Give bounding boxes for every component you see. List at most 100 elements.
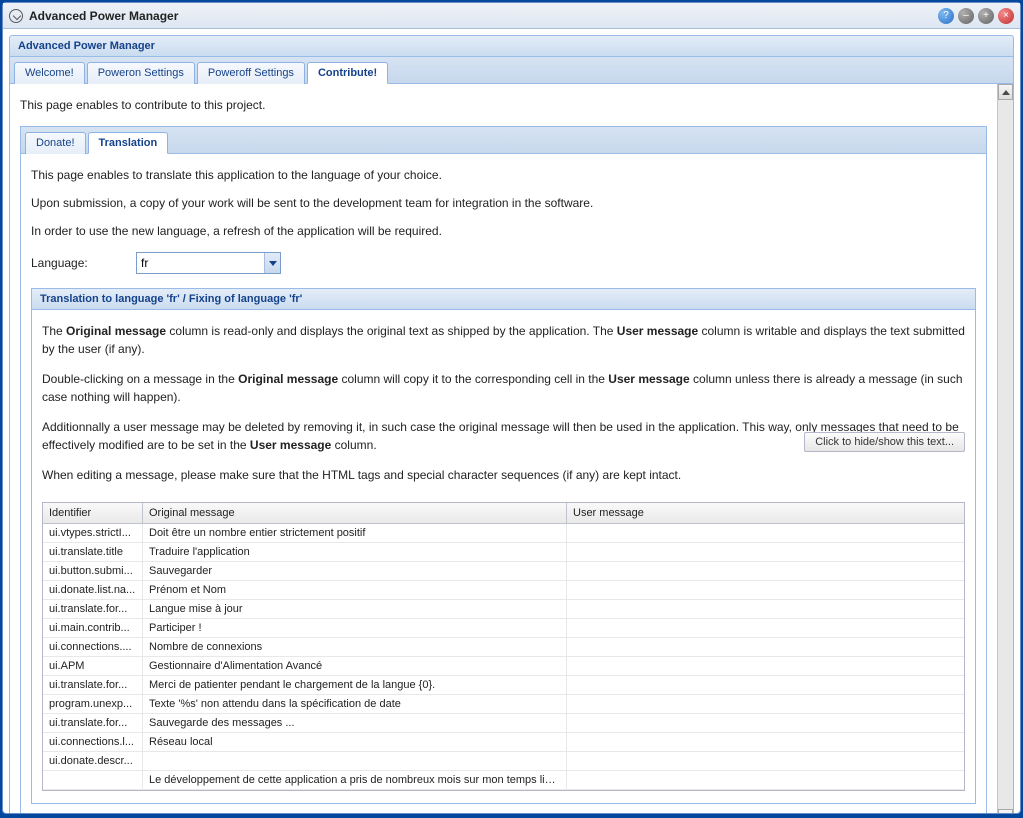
info-paragraph-4: When editing a message, please make sure… [42,466,965,484]
sub-tab-strip: Donate! Translation [20,126,987,154]
app-icon [9,9,23,23]
cell-user-message[interactable] [567,657,964,675]
table-row[interactable]: ui.translate.for...Langue mise à jour [43,600,964,619]
col-header-original[interactable]: Original message [143,503,567,523]
cell-user-message[interactable] [567,543,964,561]
cell-original-message[interactable]: Doit être un nombre entier strictement p… [143,524,567,542]
scrollbar-up-button[interactable] [998,84,1013,100]
window-buttons: ? – + × [938,8,1014,24]
maximize-button[interactable]: + [978,8,994,24]
table-row[interactable]: ui.connections....Nombre de connexions [43,638,964,657]
language-label: Language: [31,256,136,270]
translate-p3: In order to use the new language, a refr… [31,224,976,238]
main-scroll-area: This page enables to contribute to this … [10,84,997,813]
cell-identifier: program.unexp... [43,695,143,713]
info-paragraph-1: The Original message column is read-only… [42,322,965,358]
subtab-donate[interactable]: Donate! [25,132,86,154]
col-header-user[interactable]: User message [567,503,964,523]
cell-identifier: ui.connections.... [43,638,143,656]
cell-identifier: ui.connections.l... [43,733,143,751]
grid-body: ui.vtypes.strictI...Doit être un nombre … [43,524,964,790]
language-row: Language: [31,252,976,274]
window-title: Advanced Power Manager [29,9,938,23]
cell-identifier: ui.translate.for... [43,714,143,732]
cell-user-message[interactable] [567,752,964,770]
tab-contribute[interactable]: Contribute! [307,62,388,84]
cell-user-message[interactable] [567,695,964,713]
cell-original-message[interactable]: Sauvegarde des messages ... [143,714,567,732]
cell-user-message[interactable] [567,638,964,656]
panel-title: Advanced Power Manager [9,35,1014,57]
table-row[interactable]: ui.APMGestionnaire d'Alimentation Avancé [43,657,964,676]
cell-user-message[interactable] [567,676,964,694]
translate-p2: Upon submission, a copy of your work wil… [31,196,976,210]
cell-identifier: ui.button.submi... [43,562,143,580]
cell-user-message[interactable] [567,581,964,599]
col-header-identifier[interactable]: Identifier [43,503,143,523]
cell-original-message[interactable]: Participer ! [143,619,567,637]
cell-user-message[interactable] [567,600,964,618]
translate-p1: This page enables to translate this appl… [31,168,976,182]
cell-original-message[interactable] [143,752,567,770]
table-row[interactable]: ui.vtypes.strictI...Doit être un nombre … [43,524,964,543]
translation-section-header[interactable]: Translation to language 'fr' / Fixing of… [31,288,976,310]
minimize-button[interactable]: – [958,8,974,24]
cell-user-message[interactable] [567,733,964,751]
cell-user-message[interactable] [567,714,964,732]
language-trigger[interactable] [264,253,280,273]
language-input[interactable] [137,256,264,270]
translation-section-body: The Original message column is read-only… [31,310,976,804]
translation-panel: This page enables to translate this appl… [20,154,987,813]
cell-user-message[interactable] [567,619,964,637]
table-row[interactable]: ui.main.contrib...Participer ! [43,619,964,638]
cell-identifier: ui.main.contrib... [43,619,143,637]
table-row[interactable]: ui.donate.descr... [43,752,964,771]
table-row[interactable]: program.unexp...Texte '%s' non attendu d… [43,695,964,714]
help-button[interactable]: ? [938,8,954,24]
subtab-translation[interactable]: Translation [88,132,169,154]
table-row[interactable]: ui.translate.for...Sauvegarde des messag… [43,714,964,733]
tab-body: This page enables to contribute to this … [9,84,1014,813]
table-row[interactable]: ui.donate.list.na...Prénom et Nom [43,581,964,600]
cell-original-message[interactable]: Traduire l'application [143,543,567,561]
grid-header: Identifier Original message User message [43,503,964,524]
cell-original-message[interactable]: Le développement de cette application a … [143,771,567,789]
language-combo[interactable] [136,252,281,274]
cell-identifier: ui.APM [43,657,143,675]
close-button[interactable]: × [998,8,1014,24]
cell-original-message[interactable]: Prénom et Nom [143,581,567,599]
info-paragraph-2: Double-clicking on a message in the Orig… [42,370,965,406]
table-row[interactable]: Le développement de cette application a … [43,771,964,790]
cell-original-message[interactable]: Langue mise à jour [143,600,567,618]
table-row[interactable]: ui.button.submi...Sauvegarder [43,562,964,581]
cell-original-message[interactable]: Gestionnaire d'Alimentation Avancé [143,657,567,675]
arrow-up-icon [1002,90,1010,95]
cell-user-message[interactable] [567,562,964,580]
cell-identifier: ui.vtypes.strictI... [43,524,143,542]
hide-show-text-button[interactable]: Click to hide/show this text... [804,432,965,452]
cell-original-message[interactable]: Sauvegarder [143,562,567,580]
tab-poweron-settings[interactable]: Poweron Settings [87,62,195,84]
cell-identifier: ui.donate.list.na... [43,581,143,599]
cell-original-message[interactable]: Merci de patienter pendant le chargement… [143,676,567,694]
cell-identifier [43,771,143,789]
tab-poweroff-settings[interactable]: Poweroff Settings [197,62,305,84]
cell-original-message[interactable]: Texte '%s' non attendu dans la spécifica… [143,695,567,713]
app-window: Advanced Power Manager ? – + × Advanced … [2,2,1021,814]
cell-original-message[interactable]: Réseau local [143,733,567,751]
translation-grid: Identifier Original message User message… [42,502,965,791]
table-row[interactable]: ui.translate.for...Merci de patienter pe… [43,676,964,695]
chevron-down-icon [269,261,277,266]
vertical-scrollbar[interactable] [997,84,1013,813]
content-area: Advanced Power Manager Welcome! Poweron … [3,29,1020,813]
table-row[interactable]: ui.connections.l...Réseau local [43,733,964,752]
tab-welcome[interactable]: Welcome! [14,62,85,84]
scrollbar-down-button[interactable] [998,809,1013,813]
cell-identifier: ui.donate.descr... [43,752,143,770]
cell-user-message[interactable] [567,524,964,542]
cell-identifier: ui.translate.title [43,543,143,561]
main-tab-strip: Welcome! Poweron Settings Poweroff Setti… [9,57,1014,84]
cell-user-message[interactable] [567,771,964,789]
table-row[interactable]: ui.translate.titleTraduire l'application [43,543,964,562]
cell-original-message[interactable]: Nombre de connexions [143,638,567,656]
